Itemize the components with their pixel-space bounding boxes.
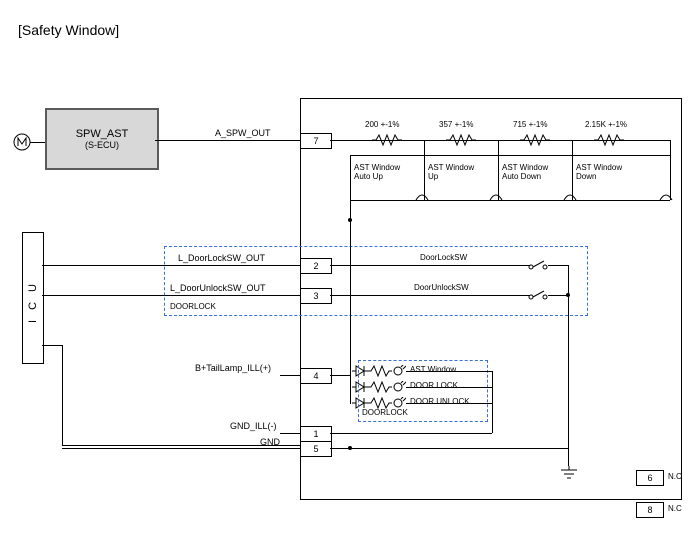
resistor-icon — [372, 133, 402, 147]
wire — [155, 140, 300, 141]
text: Auto Up — [354, 172, 383, 181]
pin-7: 7 — [300, 133, 332, 149]
wire — [330, 448, 568, 449]
sw2-label: AST Window Up — [428, 163, 494, 181]
r3-value: 715 +-1% — [513, 120, 547, 129]
wire — [280, 433, 300, 434]
node-dot — [348, 446, 352, 450]
pin-6: 6 — [636, 470, 664, 486]
wire — [350, 200, 351, 220]
wire — [62, 448, 300, 449]
pin-8: 8 — [636, 502, 664, 518]
resistor-icon — [594, 133, 624, 147]
switch-icon — [414, 190, 430, 205]
wire — [350, 200, 670, 201]
ground-icon — [558, 466, 580, 482]
wire — [350, 155, 351, 200]
switch-icon — [658, 190, 674, 205]
sw3-label: AST Window Auto Down — [502, 163, 568, 181]
wire — [406, 387, 492, 388]
wire — [280, 375, 300, 376]
resistor-icon — [520, 133, 550, 147]
icu-box: ICU — [22, 232, 44, 364]
nc-label-6: N.C — [668, 472, 682, 481]
text: AST Window — [502, 163, 548, 172]
r1-value: 200 +-1% — [365, 120, 399, 129]
wire — [62, 345, 63, 445]
wire — [350, 155, 670, 156]
signal-gnd: GND — [260, 437, 280, 447]
text: Up — [428, 172, 438, 181]
wire — [350, 220, 351, 375]
switch-icon — [488, 190, 504, 205]
switch-icon — [562, 190, 578, 205]
wire — [330, 375, 350, 376]
pin-5: 5 — [300, 441, 332, 457]
ecu-name: SPW_AST — [76, 128, 129, 140]
ecu-box: SPW_AST (S-ECU) — [45, 108, 159, 170]
wire — [42, 345, 62, 346]
sw4-label: AST Window Down — [576, 163, 642, 181]
wire — [30, 142, 45, 143]
signal-b-tail-ill: B+TailLamp_ILL(+) — [195, 363, 271, 373]
wire — [568, 448, 569, 466]
doorlock-group-box — [164, 246, 588, 316]
signal-a-spw-out: A_SPW_OUT — [215, 128, 271, 138]
r2-value: 357 +-1% — [439, 120, 473, 129]
nc-label-8: N.C — [668, 504, 682, 513]
icu-label: ICU — [27, 274, 39, 323]
text: Down — [576, 172, 596, 181]
pin-4: 4 — [300, 368, 332, 384]
wire — [406, 403, 492, 404]
wire — [406, 371, 492, 372]
doorlock-group-label: DOORLOCK — [170, 302, 216, 311]
wire — [350, 370, 351, 404]
wire — [330, 433, 492, 434]
resistor-icon — [446, 133, 476, 147]
ill-group-label: DOORLOCK — [362, 408, 408, 417]
text: AST Window — [354, 163, 400, 172]
diagram-title: [Safety Window] — [18, 22, 119, 38]
ecu-sub: (S-ECU) — [85, 140, 119, 150]
signal-gnd-ill: GND_ILL(-) — [230, 421, 277, 431]
wire — [492, 371, 493, 433]
sw1-label: AST Window Auto Up — [354, 163, 420, 181]
pin-1: 1 — [300, 426, 332, 442]
text: Auto Down — [502, 172, 541, 181]
text: AST Window — [576, 163, 622, 172]
text: AST Window — [428, 163, 474, 172]
r4-value: 2.15K +-1% — [585, 120, 627, 129]
